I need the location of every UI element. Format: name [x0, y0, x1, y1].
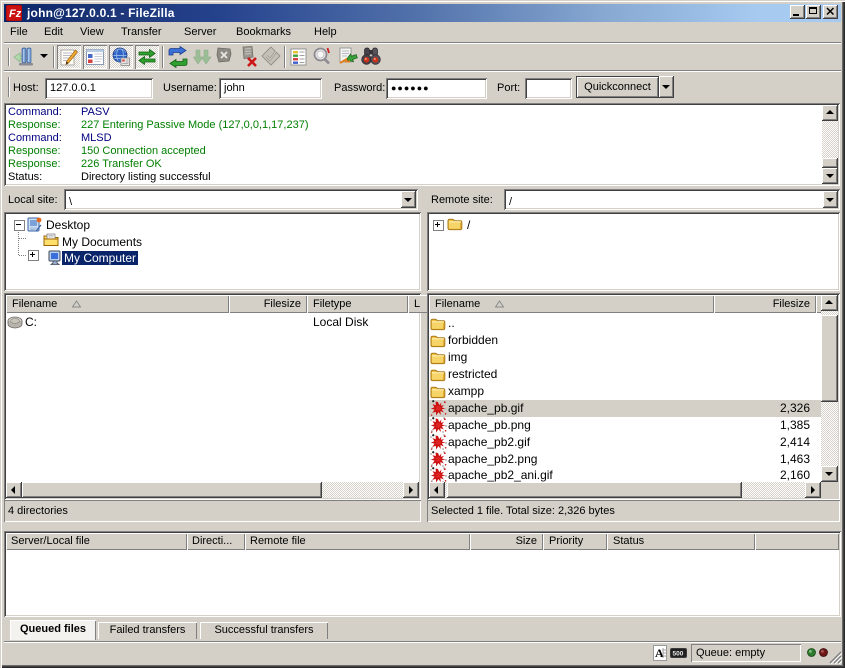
svg-text:Fz: Fz: [9, 8, 22, 20]
svg-text:500: 500: [673, 651, 684, 658]
